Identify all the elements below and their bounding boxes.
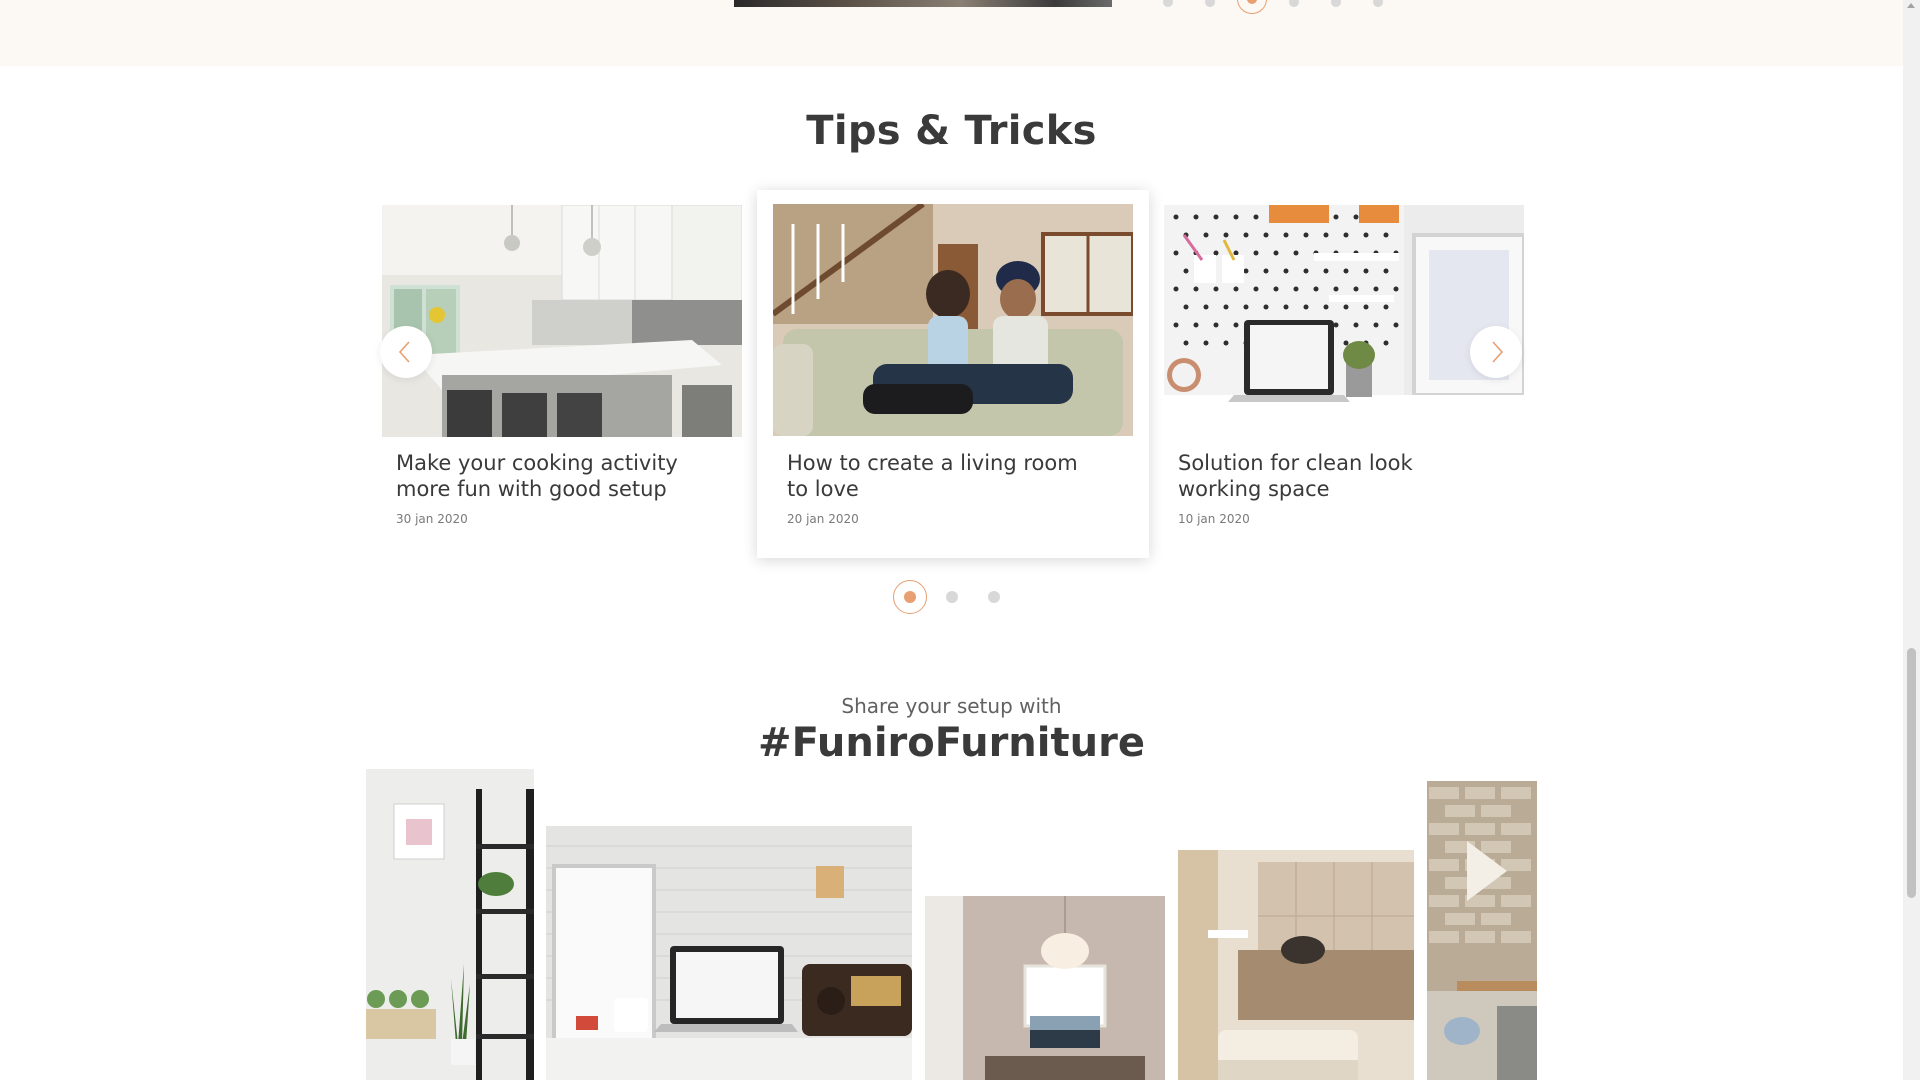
card-title[interactable]: Solution for clean look working space <box>1178 450 1478 502</box>
blog-card-living-room[interactable]: How to create a living room to love 20 j… <box>757 190 1149 558</box>
gallery-image-brick-kitchen[interactable] <box>1427 781 1537 1080</box>
pagination-dot[interactable] <box>946 591 958 603</box>
card-title[interactable]: Make your cooking activity more fun with… <box>396 450 696 502</box>
page-scrollbar[interactable] <box>1903 0 1920 1080</box>
living-room-image[interactable] <box>773 204 1133 436</box>
carousel-next-button[interactable] <box>1470 326 1522 378</box>
previous-slide-image <box>734 0 1112 7</box>
gallery-image-shelf[interactable] <box>366 769 534 1080</box>
scrollbar-thumb[interactable] <box>1907 648 1916 898</box>
share-subtitle: Share your setup with <box>841 694 1062 718</box>
gallery-image-dining[interactable] <box>925 896 1165 1080</box>
gallery-image-desk[interactable] <box>546 826 912 1080</box>
chevron-left-icon <box>398 341 410 363</box>
card-date: 20 jan 2020 <box>787 512 859 526</box>
carousel-dot[interactable] <box>1289 0 1299 7</box>
pagination-dot-active[interactable] <box>893 580 927 614</box>
kitchen-image[interactable] <box>382 205 742 437</box>
card-title[interactable]: How to create a living room to love <box>787 450 1087 502</box>
workspace-image[interactable] <box>1164 205 1524 437</box>
pagination-dot[interactable] <box>988 591 1000 603</box>
blog-card-kitchen[interactable]: Make your cooking activity more fun with… <box>382 190 774 558</box>
chevron-right-icon <box>1492 341 1504 363</box>
carousel-dot[interactable] <box>1163 0 1173 7</box>
page: Tips & Tricks Make your cooking activity… <box>0 0 1920 1080</box>
gallery-image-bedroom[interactable] <box>1178 850 1414 1080</box>
previous-section-strip <box>0 0 1903 66</box>
share-hashtag: #FuniroFurniture <box>758 720 1145 766</box>
card-date: 30 jan 2020 <box>396 512 468 526</box>
carousel-dot[interactable] <box>1373 0 1383 7</box>
carousel-dot[interactable] <box>1331 0 1341 7</box>
carousel-dot-active[interactable] <box>1237 0 1267 14</box>
tips-section-title: Tips & Tricks <box>806 108 1097 154</box>
carousel-pagination <box>0 580 1903 614</box>
scroll-up-arrow-icon[interactable] <box>1907 3 1915 8</box>
carousel-prev-button[interactable] <box>380 326 432 378</box>
carousel-dot[interactable] <box>1205 0 1215 7</box>
card-date: 10 jan 2020 <box>1178 512 1250 526</box>
